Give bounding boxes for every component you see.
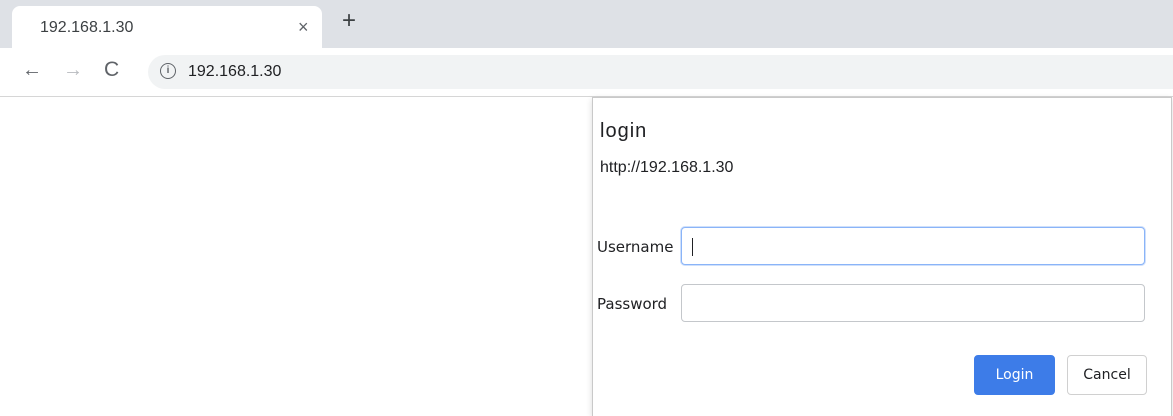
text-caret bbox=[692, 238, 693, 256]
dialog-title: login bbox=[600, 120, 648, 142]
cancel-button[interactable]: Cancel bbox=[1067, 355, 1147, 395]
address-bar[interactable]: i 192.168.1.30 bbox=[148, 55, 1173, 89]
tab-close-icon[interactable]: × bbox=[298, 17, 309, 38]
address-bar-url[interactable]: 192.168.1.30 bbox=[188, 63, 281, 81]
login-dialog: login http://192.168.1.30 Username Passw… bbox=[592, 97, 1172, 416]
username-label: Username bbox=[597, 238, 674, 256]
tab-title: 192.168.1.30 bbox=[40, 19, 134, 36]
tab-strip: 192.168.1.30 × + bbox=[0, 0, 1173, 48]
login-button[interactable]: Login bbox=[974, 355, 1055, 395]
back-arrow-icon[interactable]: ← bbox=[22, 60, 42, 80]
browser-toolbar: ← → C i 192.168.1.30 bbox=[0, 48, 1173, 97]
reload-icon[interactable]: C bbox=[104, 59, 119, 80]
site-info-icon[interactable]: i bbox=[160, 63, 176, 79]
forward-arrow-icon[interactable]: → bbox=[63, 60, 83, 80]
username-field[interactable] bbox=[681, 227, 1145, 265]
password-field[interactable] bbox=[681, 284, 1145, 322]
password-label: Password bbox=[597, 295, 668, 313]
tab-active[interactable]: 192.168.1.30 × bbox=[12, 6, 322, 48]
new-tab-icon[interactable]: + bbox=[342, 9, 356, 33]
dialog-origin: http://192.168.1.30 bbox=[600, 159, 734, 176]
